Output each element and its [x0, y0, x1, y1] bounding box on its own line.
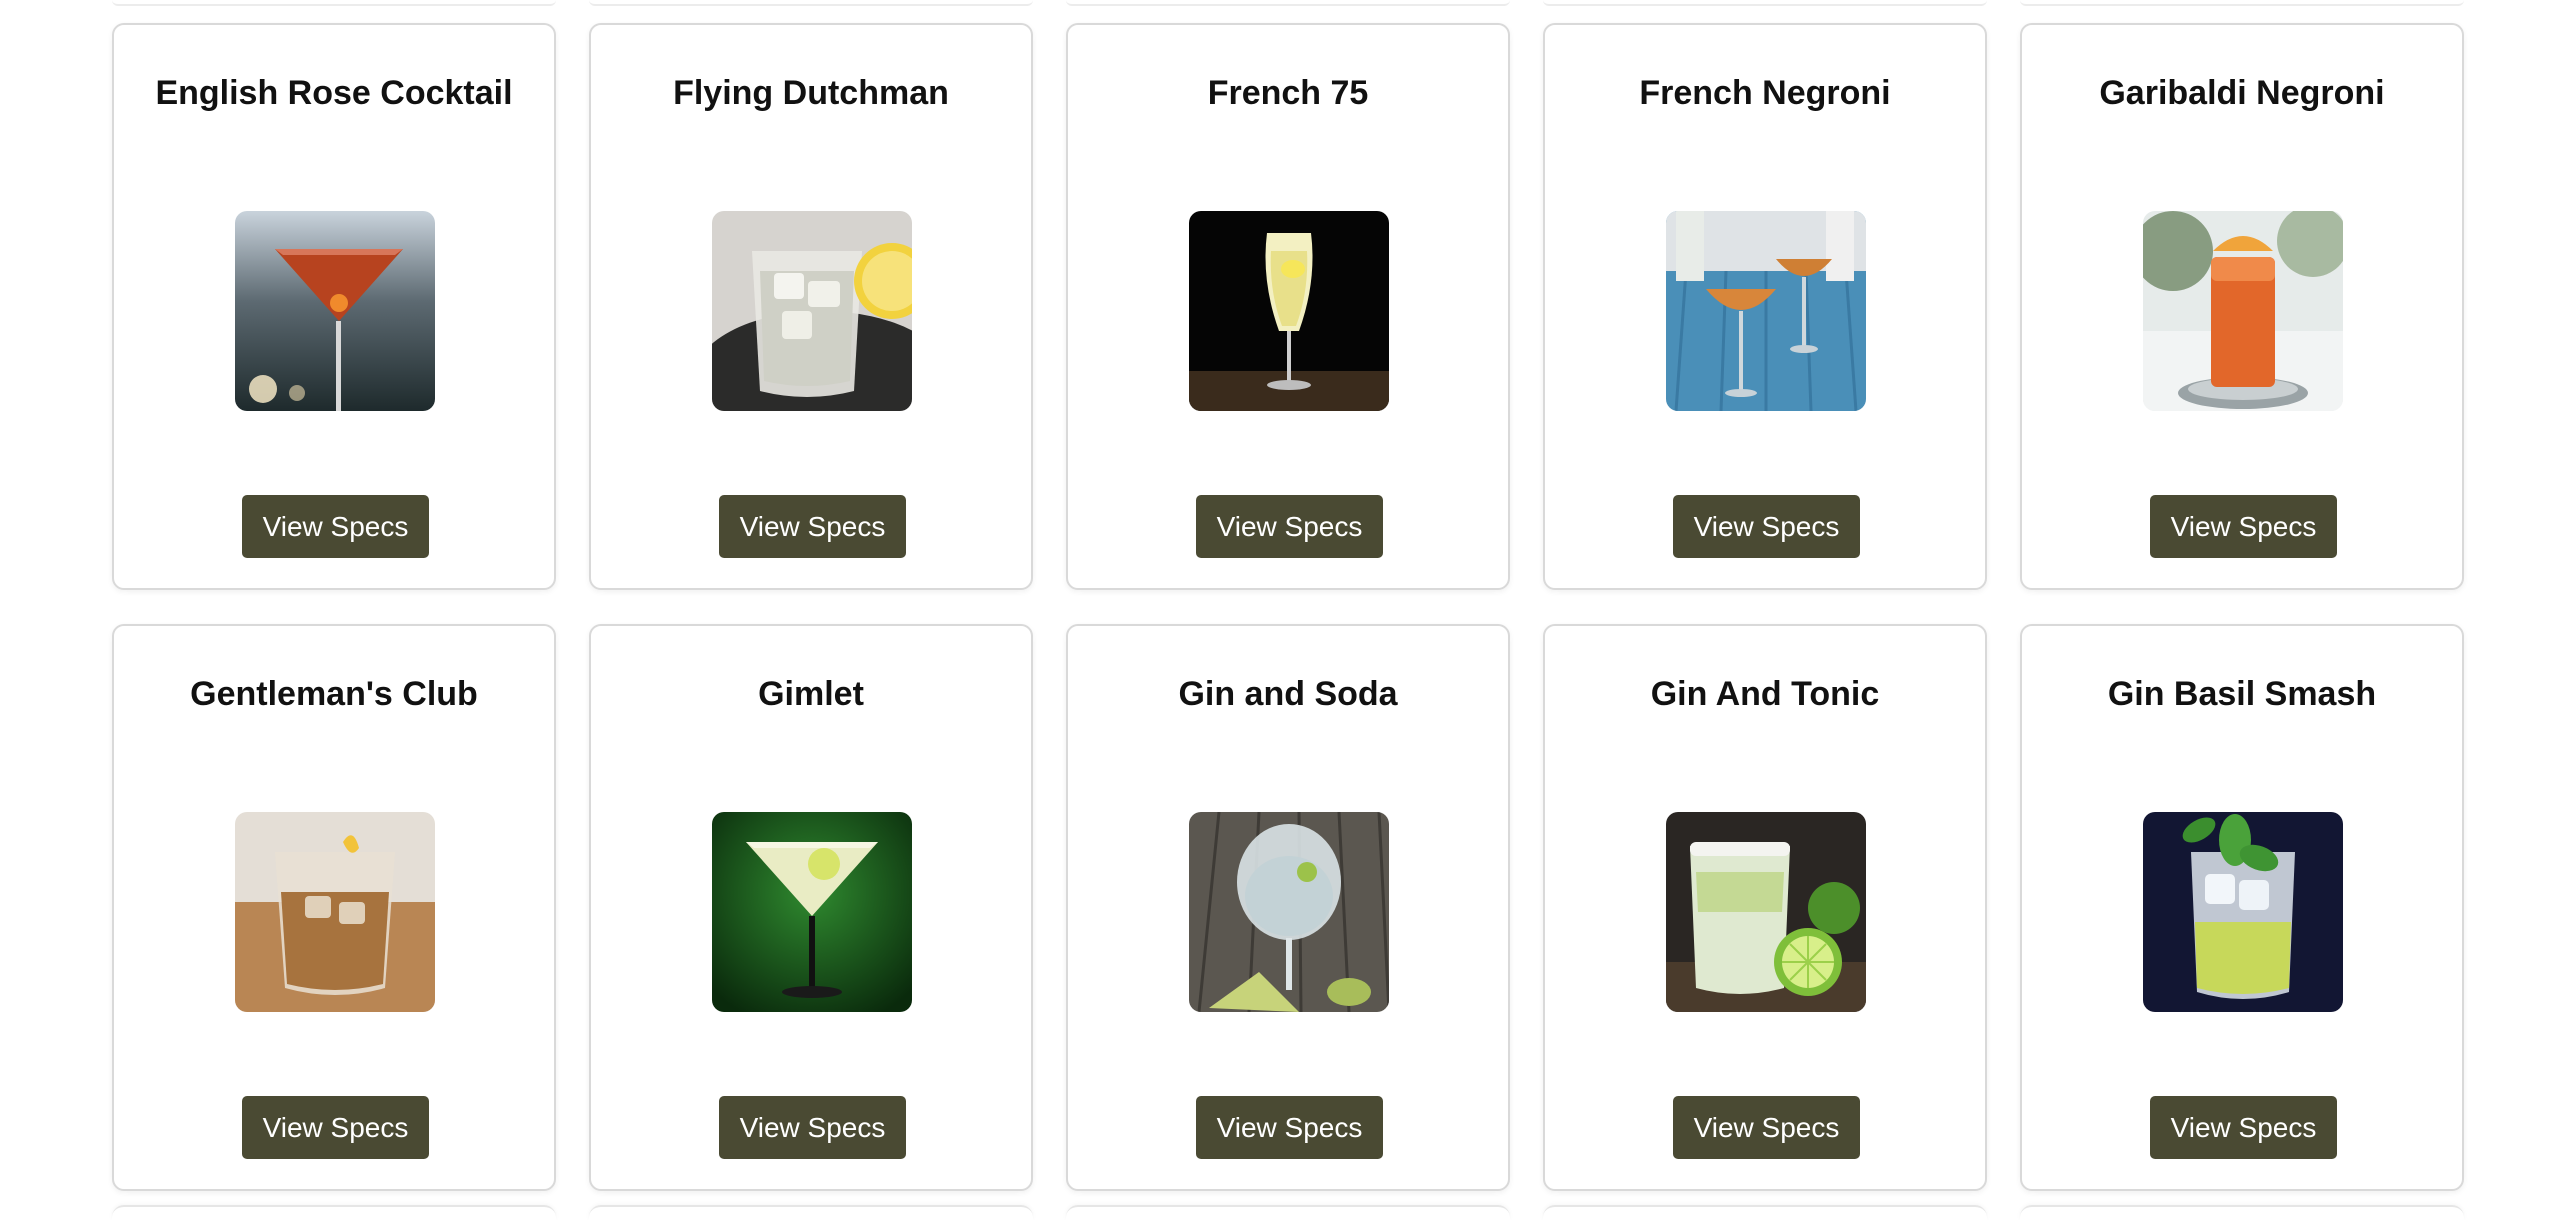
previous-row-card-edges — [112, 0, 2464, 6]
view-specs-button[interactable]: View Specs — [1196, 1096, 1383, 1159]
view-specs-button[interactable]: View Specs — [719, 1096, 906, 1159]
cocktail-name: Garibaldi Negroni — [2099, 74, 2385, 112]
view-specs-button[interactable]: View Specs — [1673, 495, 1860, 558]
view-specs-button[interactable]: View Specs — [1196, 495, 1383, 558]
cocktail-image — [1189, 812, 1389, 1012]
cocktail-image — [1666, 211, 1866, 411]
cocktail-name: Gentleman's Club — [190, 675, 478, 713]
basil-smash-glass-photo — [2143, 812, 2343, 1012]
red-martini-glass-photo — [235, 211, 435, 411]
cocktail-image — [2143, 211, 2343, 411]
view-specs-button[interactable]: View Specs — [242, 495, 429, 558]
cocktail-name: English Rose Cocktail — [155, 74, 513, 112]
cocktail-name: Gimlet — [758, 675, 864, 713]
orange-highball-photo — [2143, 211, 2343, 411]
cocktail-grid: English Rose Cocktail View Specs Flying … — [112, 23, 2464, 1191]
cocktail-card: French 75 View Specs — [1066, 23, 1510, 590]
cocktail-card: Gimlet View Specs — [589, 624, 1033, 1191]
cocktail-card: Gin Basil Smash View Specs — [2020, 624, 2464, 1191]
cocktail-image — [712, 812, 912, 1012]
gin-copa-lime-photo — [1189, 812, 1389, 1012]
cocktail-name: Gin Basil Smash — [2107, 675, 2377, 713]
cocktail-image — [235, 812, 435, 1012]
cocktail-image — [1189, 211, 1389, 411]
cocktail-card: Gentleman's Club View Specs — [112, 624, 556, 1191]
cocktail-name: Gin and Soda — [1178, 675, 1398, 713]
cocktail-image — [712, 211, 912, 411]
cocktail-name: Gin And Tonic — [1650, 675, 1880, 713]
cocktail-card: Gin and Soda View Specs — [1066, 624, 1510, 1191]
cocktail-name: French 75 — [1207, 74, 1369, 112]
cocktail-card: French Negroni View Specs — [1543, 23, 1987, 590]
cocktail-name: French Negroni — [1639, 74, 1891, 112]
rocks-glass-lemon-photo — [712, 211, 912, 411]
view-specs-button[interactable]: View Specs — [2150, 1096, 2337, 1159]
martini-glass-green-photo — [712, 812, 912, 1012]
amber-rocks-glass-photo — [235, 812, 435, 1012]
cocktail-image — [2143, 812, 2343, 1012]
champagne-flute-photo — [1189, 211, 1389, 411]
view-specs-button[interactable]: View Specs — [1673, 1096, 1860, 1159]
next-row-card-edges — [112, 1205, 2464, 1220]
coupe-glasses-blue-table-photo — [1666, 211, 1866, 411]
view-specs-button[interactable]: View Specs — [719, 495, 906, 558]
view-specs-button[interactable]: View Specs — [242, 1096, 429, 1159]
salted-rim-lime-photo — [1666, 812, 1866, 1012]
cocktail-name: Flying Dutchman — [673, 74, 949, 112]
cocktail-card: Flying Dutchman View Specs — [589, 23, 1033, 590]
view-specs-button[interactable]: View Specs — [2150, 495, 2337, 558]
cocktail-image — [235, 211, 435, 411]
cocktail-card: Gin And Tonic View Specs — [1543, 624, 1987, 1191]
cocktail-card: English Rose Cocktail View Specs — [112, 23, 556, 590]
cocktail-card: Garibaldi Negroni View Specs — [2020, 23, 2464, 590]
cocktail-image — [1666, 812, 1866, 1012]
